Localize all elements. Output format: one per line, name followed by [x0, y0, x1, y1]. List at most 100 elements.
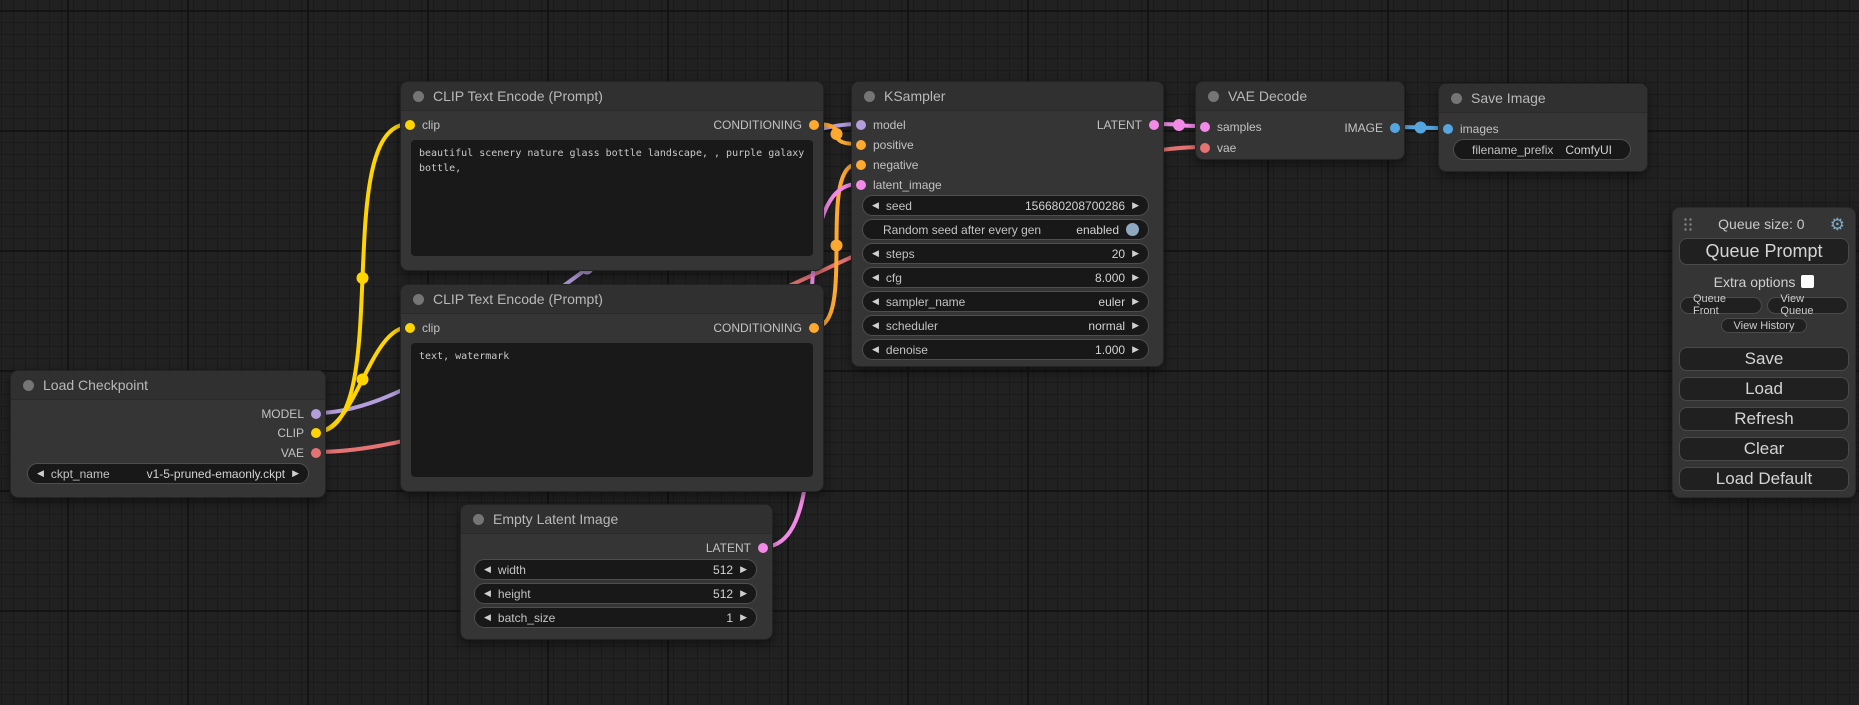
stepper-right-icon[interactable]: ▶ [1132, 249, 1139, 258]
height-widget[interactable]: ◀ height 512 ▶ [474, 583, 757, 604]
collapse-dot-icon[interactable] [1451, 93, 1462, 104]
scheduler-widget[interactable]: ◀ scheduler normal ▶ [862, 315, 1149, 336]
stepper-left-icon[interactable]: ◀ [872, 321, 879, 330]
node-graph-canvas[interactable]: Load Checkpoint MODEL CLIP VAE ◀ ckpt_na… [0, 0, 1859, 705]
prompt-textarea[interactable]: text, watermark [411, 343, 813, 477]
vae-port-icon[interactable] [311, 448, 321, 458]
stepper-right-icon[interactable]: ▶ [292, 469, 299, 478]
conditioning-port-icon[interactable] [856, 140, 866, 150]
output-latent[interactable]: LATENT [1097, 117, 1159, 133]
input-vae[interactable]: vae [1200, 140, 1236, 156]
load-button[interactable]: Load [1679, 377, 1849, 401]
queue-prompt-button[interactable]: Queue Prompt [1679, 238, 1849, 265]
stepper-right-icon[interactable]: ▶ [1132, 345, 1139, 354]
clip-port-icon[interactable] [311, 428, 321, 438]
wire-midpoint-dot[interactable] [357, 374, 369, 386]
image-port-icon[interactable] [1443, 124, 1453, 134]
conditioning-port-icon[interactable] [856, 160, 866, 170]
stepper-right-icon[interactable]: ▶ [1132, 201, 1139, 210]
wire-midpoint-dot[interactable] [831, 128, 843, 140]
stepper-left-icon[interactable]: ◀ [872, 249, 879, 258]
stepper-right-icon[interactable]: ▶ [1132, 273, 1139, 282]
seed-widget[interactable]: ◀ seed 156680208700286 ▶ [862, 195, 1149, 216]
node-clip-text-encode-positive[interactable]: CLIP Text Encode (Prompt) clip CONDITION… [400, 81, 824, 271]
input-negative[interactable]: negative [856, 157, 918, 173]
wire-midpoint-dot[interactable] [1415, 122, 1427, 134]
batch-size-widget[interactable]: ◀ batch_size 1 ▶ [474, 607, 757, 628]
refresh-button[interactable]: Refresh [1679, 407, 1849, 431]
node-title[interactable]: VAE Decode [1196, 82, 1404, 111]
input-clip[interactable]: clip [405, 117, 440, 133]
sampler-name-widget[interactable]: ◀ sampler_name euler ▶ [862, 291, 1149, 312]
filename-prefix-widget[interactable]: filename_prefix ComfyUI [1453, 139, 1631, 160]
wire-midpoint-dot[interactable] [357, 272, 369, 284]
gear-icon[interactable]: ⚙ [1830, 216, 1845, 233]
random-seed-toggle[interactable]: Random seed after every gen enabled [862, 219, 1149, 240]
stepper-right-icon[interactable]: ▶ [740, 565, 747, 574]
output-conditioning[interactable]: CONDITIONING [713, 117, 819, 133]
node-title[interactable]: Empty Latent Image [461, 505, 772, 534]
clip-port-icon[interactable] [405, 120, 415, 130]
stepper-left-icon[interactable]: ◀ [872, 297, 879, 306]
image-port-icon[interactable] [1390, 123, 1400, 133]
stepper-right-icon[interactable]: ▶ [1132, 297, 1139, 306]
queue-panel[interactable]: Queue size: 0 ⚙ Queue Prompt Extra optio… [1672, 207, 1856, 498]
cfg-widget[interactable]: ◀ cfg 8.000 ▶ [862, 267, 1149, 288]
wire-midpoint-dot[interactable] [831, 240, 843, 252]
latent-port-icon[interactable] [1149, 120, 1159, 130]
collapse-dot-icon[interactable] [864, 91, 875, 102]
stepper-left-icon[interactable]: ◀ [484, 589, 491, 598]
output-image[interactable]: IMAGE [1344, 120, 1400, 136]
conditioning-port-icon[interactable] [809, 323, 819, 333]
node-clip-text-encode-negative[interactable]: CLIP Text Encode (Prompt) clip CONDITION… [400, 284, 824, 492]
wire-midpoint-dot[interactable] [1173, 119, 1185, 131]
input-latent-image[interactable]: latent_image [856, 177, 942, 193]
node-title[interactable]: CLIP Text Encode (Prompt) [401, 285, 823, 314]
output-clip[interactable]: CLIP [277, 425, 321, 441]
input-clip[interactable]: clip [405, 320, 440, 336]
stepper-left-icon[interactable]: ◀ [484, 565, 491, 574]
steps-widget[interactable]: ◀ steps 20 ▶ [862, 243, 1149, 264]
clear-button[interactable]: Clear [1679, 437, 1849, 461]
latent-port-icon[interactable] [1200, 122, 1210, 132]
clip-port-icon[interactable] [405, 323, 415, 333]
stepper-left-icon[interactable]: ◀ [484, 613, 491, 622]
drag-handle-icon[interactable] [1683, 217, 1693, 231]
stepper-right-icon[interactable]: ▶ [740, 613, 747, 622]
node-load-checkpoint[interactable]: Load Checkpoint MODEL CLIP VAE ◀ ckpt_na… [10, 370, 326, 498]
extra-options-checkbox[interactable] [1801, 275, 1814, 288]
output-conditioning[interactable]: CONDITIONING [713, 320, 819, 336]
collapse-dot-icon[interactable] [23, 380, 34, 391]
input-model[interactable]: model [856, 117, 906, 133]
stepper-left-icon[interactable]: ◀ [872, 201, 879, 210]
collapse-dot-icon[interactable] [473, 514, 484, 525]
view-queue-button[interactable]: View Queue [1767, 297, 1848, 314]
latent-port-icon[interactable] [758, 543, 768, 553]
node-title[interactable]: Load Checkpoint [11, 371, 325, 400]
model-port-icon[interactable] [311, 409, 321, 419]
conditioning-port-icon[interactable] [809, 120, 819, 130]
view-history-button[interactable]: View History [1721, 318, 1808, 334]
prompt-textarea[interactable]: beautiful scenery nature glass bottle la… [411, 140, 813, 256]
width-widget[interactable]: ◀ width 512 ▶ [474, 559, 757, 580]
denoise-widget[interactable]: ◀ denoise 1.000 ▶ [862, 339, 1149, 360]
stepper-right-icon[interactable]: ▶ [1132, 321, 1139, 330]
stepper-right-icon[interactable]: ▶ [740, 589, 747, 598]
node-title[interactable]: CLIP Text Encode (Prompt) [401, 82, 823, 111]
stepper-left-icon[interactable]: ◀ [37, 469, 44, 478]
queue-front-button[interactable]: Queue Front [1680, 297, 1762, 314]
load-default-button[interactable]: Load Default [1679, 467, 1849, 491]
node-ksampler[interactable]: KSampler model positive negative latent_… [851, 81, 1164, 367]
toggle-indicator-icon[interactable] [1126, 223, 1139, 236]
input-images[interactable]: images [1443, 121, 1499, 137]
stepper-left-icon[interactable]: ◀ [872, 345, 879, 354]
node-title[interactable]: Save Image [1439, 84, 1647, 113]
collapse-dot-icon[interactable] [413, 91, 424, 102]
node-save-image[interactable]: Save Image images filename_prefix ComfyU… [1438, 83, 1648, 172]
input-positive[interactable]: positive [856, 137, 914, 153]
input-samples[interactable]: samples [1200, 119, 1262, 135]
node-title[interactable]: KSampler [852, 82, 1163, 111]
node-empty-latent-image[interactable]: Empty Latent Image LATENT ◀ width 512 ▶ … [460, 504, 773, 640]
vae-port-icon[interactable] [1200, 143, 1210, 153]
model-port-icon[interactable] [856, 120, 866, 130]
